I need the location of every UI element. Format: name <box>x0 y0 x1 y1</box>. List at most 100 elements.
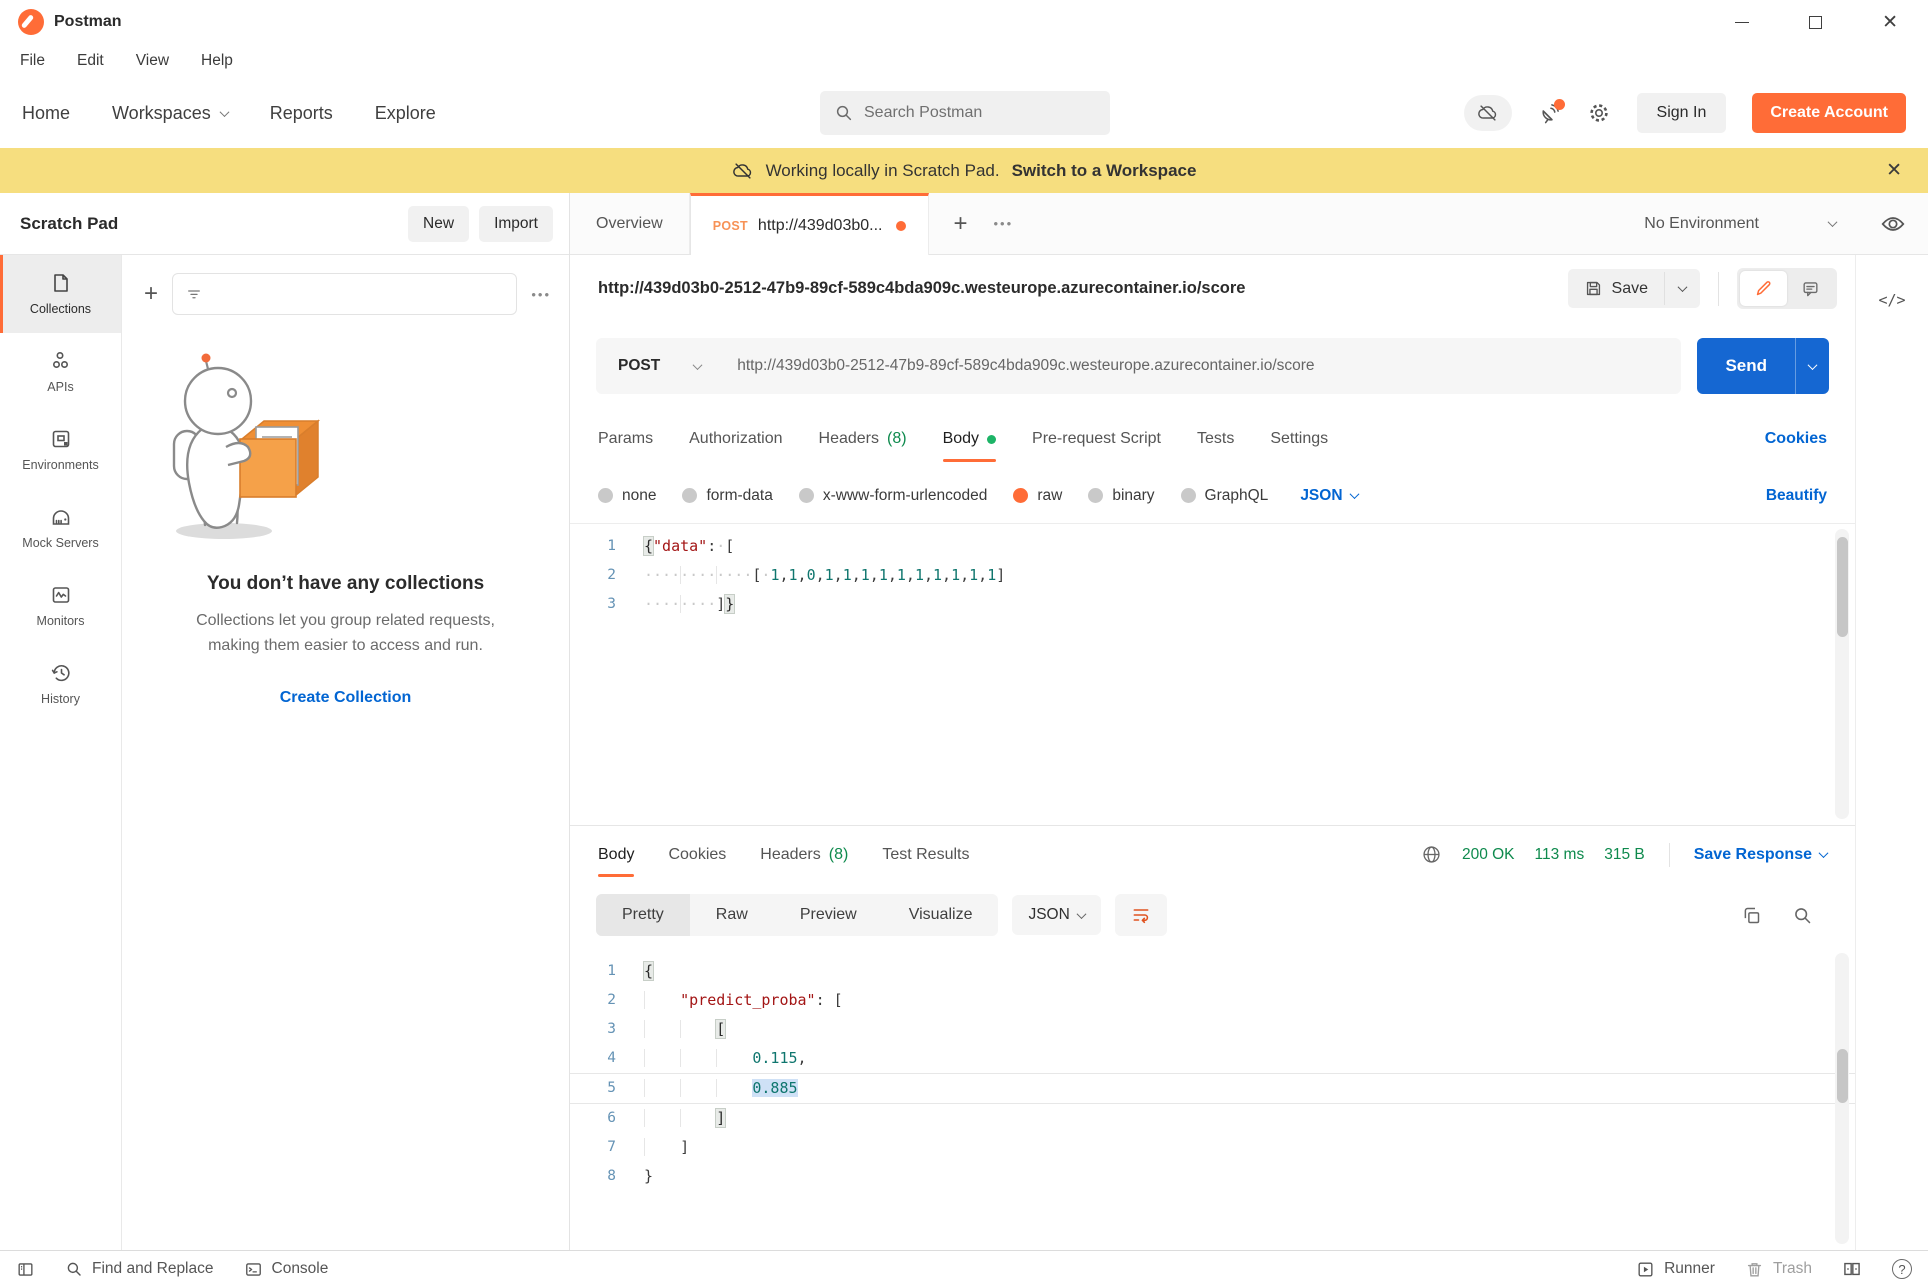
beautify-link[interactable]: Beautify <box>1766 487 1827 505</box>
response-language-selector[interactable]: JSON <box>1012 895 1100 935</box>
tab-more-options-icon[interactable]: ••• <box>993 216 1013 231</box>
code-line[interactable]: 1{"data":·[ <box>570 532 1855 561</box>
add-collection-icon[interactable]: + <box>144 280 158 308</box>
mode-none[interactable]: none <box>598 487 656 505</box>
tab-pre-request-script[interactable]: Pre-request Script <box>1032 410 1161 468</box>
search-input[interactable]: Search Postman <box>820 91 1110 135</box>
response-editor-scrollbar[interactable] <box>1835 953 1849 1244</box>
save-button[interactable]: Save <box>1568 269 1700 308</box>
runner-button[interactable]: Runner <box>1636 1260 1715 1279</box>
import-button[interactable]: Import <box>479 206 553 242</box>
environment-quick-look-icon[interactable] <box>1880 211 1906 237</box>
code-line[interactable]: 3 [ <box>570 1015 1855 1044</box>
save-options-chevron[interactable] <box>1664 272 1700 305</box>
maximize-icon[interactable] <box>1809 16 1822 29</box>
code-line[interactable]: 1{ <box>570 957 1855 986</box>
minimize-icon[interactable] <box>1735 22 1749 23</box>
tab-settings[interactable]: Settings <box>1270 410 1328 468</box>
search-response-icon[interactable] <box>1792 905 1813 926</box>
menu-help[interactable]: Help <box>201 52 233 70</box>
code-line[interactable]: 2············[·1,1,0,1,1,1,1,1,1,1,1,1,1… <box>570 561 1855 590</box>
tab-params[interactable]: Params <box>598 410 653 468</box>
new-button[interactable]: New <box>408 206 469 242</box>
code-line[interactable]: 7 ] <box>570 1133 1855 1162</box>
response-tab-body[interactable]: Body <box>598 826 634 883</box>
scrollbar-thumb[interactable] <box>1837 537 1848 637</box>
create-account-button[interactable]: Create Account <box>1752 93 1906 133</box>
sidebar-item-history[interactable]: History <box>0 645 121 723</box>
tab-overview[interactable]: Overview <box>570 193 690 254</box>
tab-tests[interactable]: Tests <box>1197 410 1234 468</box>
sidebar-item-apis[interactable]: APIs <box>0 333 121 411</box>
code-line[interactable]: 2 "predict_proba": [ <box>570 986 1855 1015</box>
send-button[interactable]: Send <box>1697 338 1829 394</box>
mode-binary[interactable]: binary <box>1088 487 1154 505</box>
tab-headers[interactable]: Headers (8) <box>819 410 907 468</box>
code-snippet-icon[interactable]: </> <box>1878 291 1905 1250</box>
close-icon[interactable]: ✕ <box>1882 13 1898 32</box>
method-selector[interactable]: POST <box>596 357 723 375</box>
switch-workspace-link[interactable]: Switch to a Workspace <box>1012 161 1197 181</box>
body-language-selector[interactable]: JSON <box>1300 487 1357 505</box>
mode-graphql[interactable]: GraphQL <box>1181 487 1269 505</box>
edit-mode-button[interactable] <box>1740 271 1787 306</box>
code-line[interactable]: 4 0.115, <box>570 1044 1855 1073</box>
banner-close-icon[interactable]: ✕ <box>1886 159 1902 182</box>
tab-body[interactable]: Body <box>943 410 996 468</box>
scrollbar-thumb[interactable] <box>1837 1049 1848 1103</box>
create-collection-link[interactable]: Create Collection <box>280 689 412 707</box>
code-line[interactable]: 8} <box>570 1162 1855 1191</box>
sidebar-item-mock-servers[interactable]: Mock Servers <box>0 489 121 567</box>
view-visualize[interactable]: Visualize <box>883 894 999 936</box>
nav-home[interactable]: Home <box>22 103 70 124</box>
console-button[interactable]: Console <box>244 1260 329 1279</box>
mode-x-www-form-urlencoded[interactable]: x-www-form-urlencoded <box>799 487 988 505</box>
copy-icon[interactable] <box>1741 905 1762 926</box>
environment-selector[interactable]: No Environment <box>1644 215 1836 233</box>
new-tab-icon[interactable]: + <box>953 210 967 238</box>
toggle-sidebar-button[interactable] <box>16 1260 35 1279</box>
response-body-editor[interactable]: 1{2 "predict_proba": [3 [4 0.115,5 0.885… <box>570 947 1855 1250</box>
send-options-chevron[interactable] <box>1795 338 1829 394</box>
two-pane-view-icon[interactable] <box>1842 1259 1862 1279</box>
offline-cloud-button[interactable] <box>1464 95 1512 131</box>
comments-button[interactable] <box>1787 271 1834 306</box>
trash-button[interactable]: Trash <box>1745 1260 1812 1279</box>
url-input[interactable]: http://439d03b0-2512-47b9-89cf-589c4bda9… <box>723 357 1314 375</box>
find-and-replace-button[interactable]: Find and Replace <box>65 1260 214 1278</box>
response-tab-headers[interactable]: Headers (8) <box>760 826 848 883</box>
code-line[interactable]: 3········]} <box>570 590 1855 619</box>
response-tab-test-results[interactable]: Test Results <box>882 826 969 883</box>
more-options-icon[interactable]: ••• <box>531 287 551 302</box>
view-pretty[interactable]: Pretty <box>596 894 690 936</box>
save-response-button[interactable]: Save Response <box>1694 846 1827 864</box>
globe-icon[interactable] <box>1421 844 1442 865</box>
code-line[interactable]: 5 0.885 <box>570 1073 1855 1104</box>
code-line[interactable]: 6 ] <box>570 1104 1855 1133</box>
tab-authorization[interactable]: Authorization <box>689 410 782 468</box>
sign-in-button[interactable]: Sign In <box>1637 93 1727 133</box>
nav-explore[interactable]: Explore <box>375 103 436 124</box>
menu-view[interactable]: View <box>136 52 169 70</box>
sidebar-item-collections[interactable]: Collections <box>0 255 121 333</box>
capture-requests-button[interactable] <box>1538 102 1561 125</box>
mode-form-data[interactable]: form-data <box>682 487 772 505</box>
mode-raw[interactable]: raw <box>1013 487 1062 505</box>
menu-file[interactable]: File <box>20 52 45 70</box>
settings-button[interactable] <box>1587 101 1611 125</box>
sidebar-item-environments[interactable]: Environments <box>0 411 121 489</box>
request-body-editor[interactable]: 1{"data":·[2············[·1,1,0,1,1,1,1,… <box>570 523 1855 825</box>
tab-request[interactable]: POST http://439d03b0... <box>690 193 930 255</box>
request-editor-scrollbar[interactable] <box>1835 529 1849 819</box>
nav-workspaces[interactable]: Workspaces <box>112 103 228 124</box>
menu-edit[interactable]: Edit <box>77 52 104 70</box>
view-preview[interactable]: Preview <box>774 894 883 936</box>
cookies-link[interactable]: Cookies <box>1765 430 1827 448</box>
nav-reports[interactable]: Reports <box>270 103 333 124</box>
view-raw[interactable]: Raw <box>690 894 774 936</box>
response-tab-cookies[interactable]: Cookies <box>668 826 726 883</box>
filter-input[interactable] <box>172 273 517 315</box>
help-icon[interactable]: ? <box>1892 1259 1912 1279</box>
wrap-lines-button[interactable] <box>1115 894 1167 936</box>
sidebar-item-monitors[interactable]: Monitors <box>0 567 121 645</box>
